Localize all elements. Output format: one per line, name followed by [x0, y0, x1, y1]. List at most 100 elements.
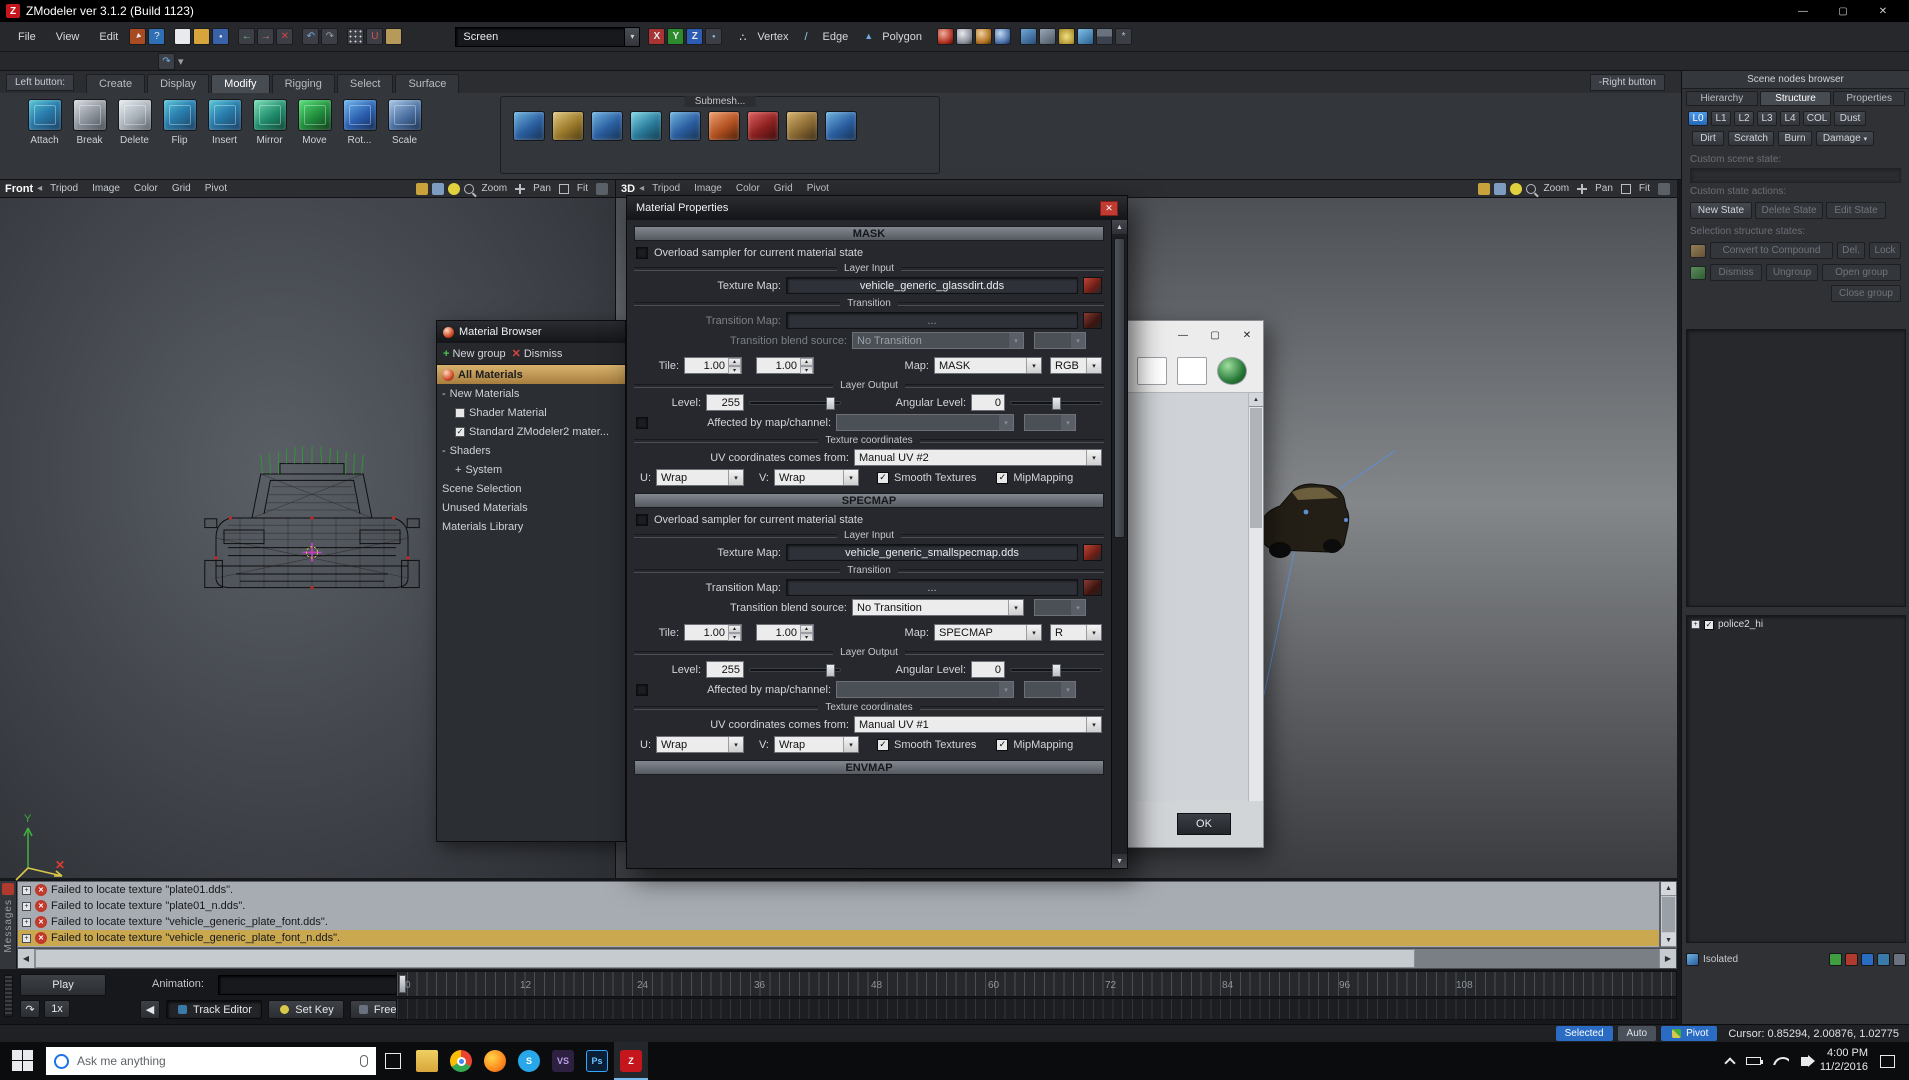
flip-tool-button[interactable]: Flip [157, 93, 202, 173]
network-icon[interactable] [1773, 1057, 1789, 1065]
chrome-icon[interactable] [444, 1042, 478, 1080]
angular-level-slider[interactable] [1010, 668, 1102, 672]
log-row-selected[interactable]: Failed to locate texture "vehicle_generi… [18, 930, 1659, 946]
close-button[interactable] [1863, 0, 1903, 22]
timeline-track[interactable] [396, 998, 1677, 1020]
curved-arrow-icon[interactable] [158, 53, 175, 70]
smooth-textures-checkbox[interactable] [877, 739, 889, 751]
world-icon[interactable] [1217, 357, 1247, 385]
tab-surface[interactable]: Surface [395, 74, 459, 93]
material-group-library[interactable]: Materials Library [437, 517, 625, 536]
grid-button[interactable]: Grid [768, 182, 799, 195]
sphere-rotate-icon[interactable] [975, 28, 992, 45]
uv-source-select[interactable]: Manual UV #1 [854, 716, 1102, 733]
tile-v-stepper[interactable]: 1.00 [756, 624, 814, 641]
image-button[interactable]: Image [688, 182, 728, 195]
state-scratch-button[interactable]: Scratch [1728, 131, 1774, 146]
map-select[interactable]: MASK [934, 357, 1042, 374]
pivot-button[interactable]: Pivot [1661, 1026, 1717, 1041]
menu-view[interactable]: View [46, 28, 90, 46]
material-item-all[interactable]: All Materials [437, 365, 625, 384]
affected-map-select[interactable] [836, 681, 1014, 698]
state-dirt-button[interactable]: Dirt [1692, 131, 1724, 146]
fit-button[interactable]: Fit [571, 182, 594, 195]
log-horizontal-scrollbar[interactable]: ◀ ▶ [17, 948, 1677, 969]
isolated-toggle[interactable]: Isolated [1703, 954, 1738, 965]
minimize-button[interactable] [1783, 0, 1823, 22]
channel-select[interactable]: RGB [1050, 357, 1102, 374]
affected-checkbox[interactable] [636, 417, 648, 429]
car-model-3d[interactable] [1246, 440, 1456, 710]
dropdown-arrow-icon[interactable] [1086, 358, 1101, 373]
u-wrap-select[interactable]: Wrap [656, 469, 744, 486]
mipmapping-checkbox[interactable] [996, 472, 1008, 484]
submesh-extract-icon[interactable] [630, 111, 662, 141]
state-burn-button[interactable]: Burn [1778, 131, 1812, 146]
light-icon[interactable] [1058, 28, 1075, 45]
loop-icon[interactable] [20, 1000, 40, 1018]
menu-file[interactable]: File [8, 28, 46, 46]
blend-channel-select[interactable] [1034, 332, 1086, 349]
tab-select[interactable]: Select [337, 74, 394, 93]
lock-button[interactable]: Lock [1869, 242, 1901, 259]
view-cube-icon[interactable] [1020, 28, 1037, 45]
layer-l0-button[interactable]: L0 [1688, 111, 1708, 126]
rewind-icon[interactable]: ◀ [140, 1000, 160, 1019]
layout-grid-icon[interactable] [596, 183, 608, 195]
attach-tool-button[interactable]: Attach [22, 93, 67, 173]
battery-icon[interactable] [1746, 1057, 1761, 1065]
material-browser-titlebar[interactable]: Material Browser [437, 321, 625, 343]
tab-hierarchy[interactable]: Hierarchy [1686, 91, 1758, 106]
tab-rigging[interactable]: Rigging [272, 74, 335, 93]
material-properties-scrollbar[interactable] [1111, 220, 1127, 868]
layers-icon[interactable] [1096, 28, 1113, 45]
dropdown-arrow-icon[interactable] [1060, 682, 1075, 697]
dropdown-arrow-icon[interactable] [998, 682, 1013, 697]
texture-browser-scrollbar[interactable] [1248, 393, 1263, 801]
layout-grid-icon[interactable] [1658, 183, 1670, 195]
dropdown-arrow-icon[interactable] [1026, 358, 1041, 373]
edge-mode-toggle[interactable]: Edge [796, 31, 856, 43]
level-field[interactable]: 255 [706, 394, 744, 411]
material-group-shaders[interactable]: - Shaders [437, 441, 625, 460]
wireframe-car-model[interactable] [192, 430, 432, 630]
overload-checkbox[interactable] [636, 514, 648, 526]
collapse-arrow-icon[interactable] [639, 183, 644, 194]
blend-source-select[interactable]: No Transition [852, 332, 1024, 349]
submesh-select-icon[interactable] [591, 111, 623, 141]
undo-icon[interactable] [302, 28, 319, 45]
bulb-icon[interactable] [448, 183, 460, 195]
tab-modify[interactable]: Modify [211, 74, 269, 93]
blend-source-select[interactable]: No Transition [852, 599, 1024, 616]
tray-expand-icon[interactable] [1724, 1057, 1735, 1068]
grid-snap-icon[interactable] [347, 28, 364, 45]
layer-dust-button[interactable]: Dust [1834, 111, 1866, 126]
dropdown-arrow-icon[interactable] [1070, 600, 1085, 615]
firefox-icon[interactable] [478, 1042, 512, 1080]
sphere-red-icon[interactable] [937, 28, 954, 45]
section-header-envmap[interactable]: ENVMAP [634, 760, 1104, 775]
level-field[interactable]: 255 [706, 661, 744, 678]
break-tool-button[interactable]: Break [67, 93, 112, 173]
material-group-scene-selection[interactable]: Scene Selection [437, 479, 625, 498]
u-wrap-select[interactable]: Wrap [656, 736, 744, 753]
mirror-tool-button[interactable]: Mirror [247, 93, 292, 173]
structure-state-list[interactable] [1686, 329, 1906, 607]
tab-properties[interactable]: Properties [1833, 91, 1905, 106]
new-state-button[interactable]: New State [1690, 202, 1752, 219]
log-vertical-scrollbar[interactable] [1660, 881, 1677, 948]
dropdown-arrow-icon[interactable] [843, 470, 858, 485]
vertex-mode-toggle[interactable]: Vertex [730, 31, 795, 43]
node-visible-checkbox[interactable] [1704, 620, 1714, 630]
hide-icon[interactable] [1845, 953, 1858, 966]
material-item-system[interactable]: + System [437, 460, 625, 479]
submesh-split-icon[interactable] [708, 111, 740, 141]
refresh-icon[interactable] [1861, 953, 1874, 966]
v-wrap-select[interactable]: Wrap [774, 469, 859, 486]
state-damage-button[interactable]: Damage [1816, 131, 1874, 146]
layer-l2-button[interactable]: L2 [1734, 111, 1754, 126]
material-group-unused[interactable]: Unused Materials [437, 498, 625, 517]
list-view-icon[interactable] [1177, 357, 1207, 385]
photoshop-icon[interactable]: Ps [580, 1042, 614, 1080]
transition-preview-button[interactable] [1083, 312, 1102, 329]
